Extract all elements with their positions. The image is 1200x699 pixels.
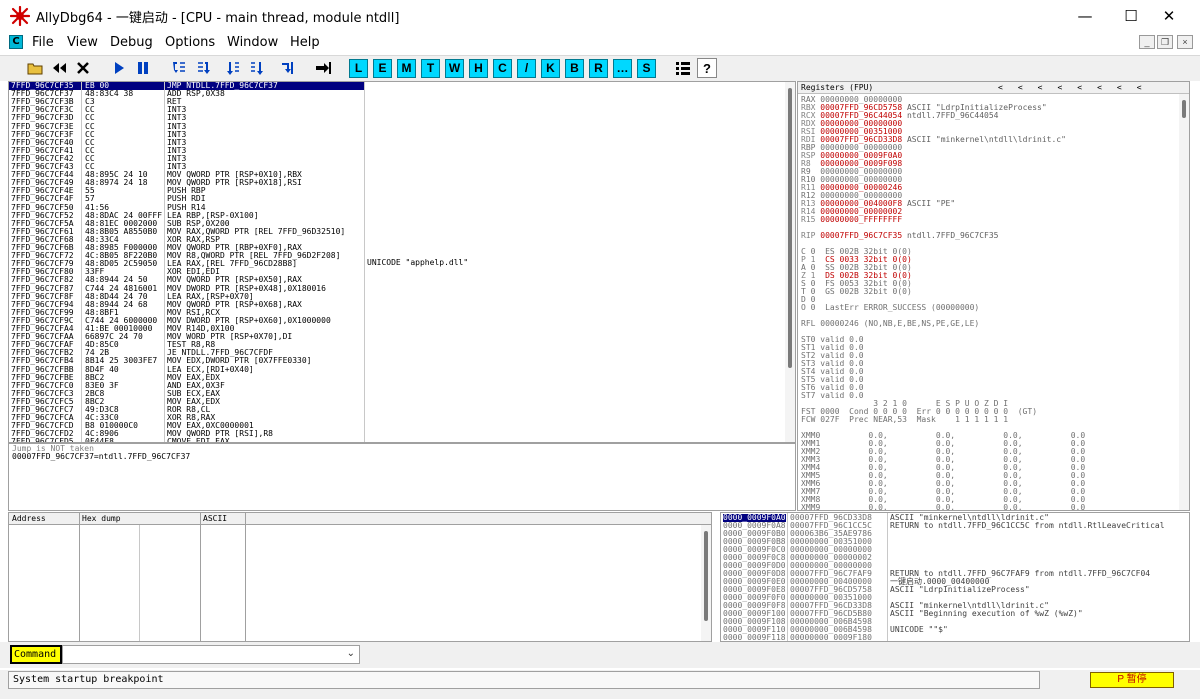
paused-badge: P 暂停 (1090, 672, 1174, 688)
menu-bar: C File View Debug Options Window Help _ … (0, 32, 1200, 54)
run-trace-window-button[interactable]: … (613, 59, 632, 78)
register-value: RFL 00000246 (NO,NB,E,BE,NS,PE,GE,LE) (801, 319, 980, 328)
register-value: R15 00000000_FFFFFFFF (801, 215, 903, 224)
log-window-button[interactable]: L (349, 59, 368, 78)
disassembly-scrollbar[interactable] (785, 82, 795, 442)
chevron-down-icon[interactable]: ⌄ (347, 648, 355, 659)
stack-comment: RETURN to ntdll.7FFD_96C1CC5C from ntdll… (890, 521, 1165, 530)
status-bar: System startup breakpoint P 暂停 (0, 670, 1200, 699)
run-icon[interactable] (109, 58, 129, 78)
command-input[interactable]: ⌄ (62, 645, 360, 664)
dump-pane[interactable]: Address Hex dump ASCII (8, 512, 712, 642)
register-value: RIP 00007FFD_96C7CF35 (801, 231, 903, 240)
register-lines: RAX 00000000_00000000 RBX 00007FFD_96CD57… (801, 95, 1090, 511)
help-icon[interactable]: ? (697, 58, 717, 78)
register-comment: ntdll.7FFD_96C7CF35 (902, 231, 999, 240)
column-divider (81, 82, 82, 442)
call-stack-window-button[interactable]: K (541, 59, 560, 78)
close-button[interactable]: ✕ (1146, 0, 1192, 32)
register-line[interactable]: O 0 LastErr ERROR_SUCCESS (00000000) (801, 303, 1090, 312)
window-title: AllyDbg64 - 一键启动 - [CPU - main thread, m… (36, 11, 400, 26)
app-bug-icon (10, 6, 30, 26)
register-line[interactable]: R15 00000000_FFFFFFFF (801, 215, 1090, 224)
dump-scrollbar[interactable] (701, 525, 711, 641)
menu-help[interactable]: Help (290, 35, 320, 50)
registers-pane[interactable]: Registers (FPU) <<<<<<<< RAX 00000000_00… (797, 81, 1190, 511)
registers-nav-arrows[interactable]: <<<<<<<< (998, 83, 1157, 92)
info-pane: Jump is NOT taken 00007FFD_96C7CF37=ntdl… (8, 443, 796, 511)
toolbar: L E M T W H C / K B R … S ? (0, 55, 1200, 81)
step-into-icon[interactable] (169, 58, 189, 78)
pause-icon[interactable] (133, 58, 153, 78)
references-window-button[interactable]: R (589, 59, 608, 78)
list-icon[interactable] (673, 58, 693, 78)
dump-header-address[interactable]: Address (12, 514, 46, 523)
register-value: O 0 LastErr ERROR_SUCCESS (00000000) (801, 303, 980, 312)
restart-icon[interactable] (49, 58, 69, 78)
stack-row[interactable]: 0000_0009F118 00000000_0009F180 (721, 633, 1189, 642)
menu-options[interactable]: Options (165, 35, 215, 50)
stack-pane[interactable]: 0000_0009F0A0 00007FFD_96CD33D8 ASCII "min… (720, 512, 1190, 642)
register-line[interactable]: T 0 GS 002B 32bit 0(0) (801, 287, 1090, 296)
menu-window[interactable]: Window (227, 35, 278, 50)
register-value: XMM9 0.0, 0.0, 0.0, 0.0 (801, 503, 1086, 511)
register-comment: ASCII "minkernel\ntdll\ldrinit.c" (902, 135, 1066, 144)
step-over-icon[interactable] (193, 58, 213, 78)
registers-header: Registers (FPU) (801, 83, 874, 92)
cpu-window-button[interactable]: C (493, 59, 512, 78)
command-bar: Command ⌄ (0, 642, 1200, 668)
register-line[interactable]: RFL 00000246 (NO,NB,E,BE,NS,PE,GE,LE) (801, 319, 1090, 328)
open-icon[interactable] (25, 58, 45, 78)
stack-address: 0000_0009F118 (723, 633, 786, 642)
handles-window-button[interactable]: H (469, 59, 488, 78)
title-bar: AllyDbg64 - 一键启动 - [CPU - main thread, m… (0, 0, 1200, 32)
disassembly-pane[interactable]: 7FFD_96C7CF35 EB 00 JMP NTDLL.7FFD_96C7CF3… (8, 81, 796, 443)
close-process-icon[interactable] (73, 58, 93, 78)
status-text: System startup breakpoint (8, 671, 1040, 689)
menu-view[interactable]: View (67, 35, 98, 50)
cpu-window-icon[interactable]: C (9, 35, 23, 49)
stack-comment: ASCII "LdrpInitializeProcess" (890, 585, 1030, 594)
command-label: Command (10, 645, 62, 664)
memory-window-button[interactable]: M (397, 59, 416, 78)
mdi-minimize-button[interactable]: _ (1139, 35, 1155, 49)
register-comment: ntdll.7FFD_96C44054 (902, 111, 999, 120)
mdi-restore-button[interactable]: ❐ (1157, 35, 1173, 49)
column-divider (164, 82, 165, 442)
execute-till-return-icon[interactable] (277, 58, 297, 78)
patches-window-button[interactable]: / (517, 59, 536, 78)
trace-over-icon[interactable] (247, 58, 267, 78)
register-line[interactable]: FCW 027F Prec NEAR,53 Mask 1 1 1 1 1 1 (801, 415, 1090, 424)
register-line[interactable]: XMM9 0.0, 0.0, 0.0, 0.0 (801, 503, 1090, 511)
trace-into-icon[interactable] (223, 58, 243, 78)
stack-value: 00000000_0009F180 (790, 633, 872, 642)
register-value: T 0 GS 002B 32bit 0(0) (801, 287, 912, 296)
disassembly-comment: UNICODE "apphelp.dll" (367, 258, 469, 267)
register-comment: ASCII "PE" (902, 199, 956, 208)
windows-window-button[interactable]: W (445, 59, 464, 78)
minimize-button[interactable]: — (1062, 0, 1108, 32)
info-line-2: 00007FFD_96C7CF37=ntdll.7FFD_96C7CF37 (12, 452, 191, 461)
register-value: FCW 027F Prec NEAR,53 Mask 1 1 1 1 1 1 (801, 415, 1009, 424)
stack-comment: ASCII "Beginning execution of %wZ (%wZ)" (890, 609, 1083, 618)
menu-file[interactable]: File (32, 35, 54, 50)
dump-header-hex[interactable]: Hex dump (82, 514, 121, 523)
mdi-close-button[interactable]: × (1177, 35, 1193, 49)
register-line[interactable]: RIP 00007FFD_96C7CF35 ntdll.7FFD_96C7CF3… (801, 231, 1090, 240)
modules-window-button[interactable]: E (373, 59, 392, 78)
menu-debug[interactable]: Debug (110, 35, 153, 50)
source-window-button[interactable]: S (637, 59, 656, 78)
registers-scrollbar[interactable] (1179, 94, 1189, 510)
breakpoints-window-button[interactable]: B (565, 59, 584, 78)
column-divider (364, 82, 365, 442)
dump-header-ascii[interactable]: ASCII (203, 514, 227, 523)
goto-icon[interactable] (313, 58, 333, 78)
stack-comment: UNICODE ""$" (890, 625, 948, 634)
threads-window-button[interactable]: T (421, 59, 440, 78)
